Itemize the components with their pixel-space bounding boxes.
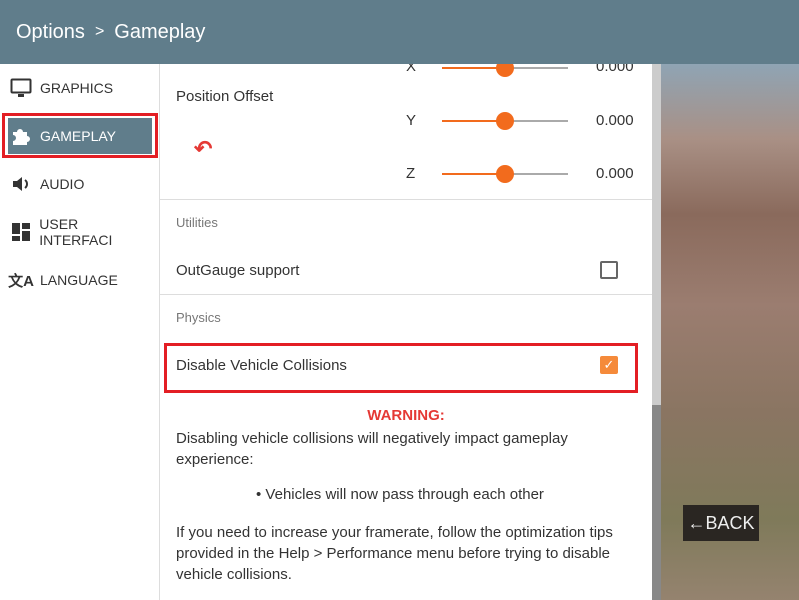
divider	[160, 294, 652, 295]
settings-panel: Position Offset ↶ X 0.000 Y 0.000 Z 0.00…	[160, 64, 652, 600]
sidebar-item-label: LANGUAGE	[40, 272, 118, 288]
sidebar-item-label: AUDIO	[40, 176, 85, 192]
axis-label-x: X	[406, 64, 417, 75]
divider	[160, 199, 652, 200]
value-z: 0.000	[596, 165, 634, 182]
warning-text: Disabling vehicle collisions will negati…	[176, 430, 568, 468]
warning-bullet: • Vehicles will now pass through each ot…	[256, 486, 544, 503]
outgauge-label: OutGauge support	[176, 262, 300, 279]
position-offset-label: Position Offset	[176, 88, 274, 105]
sidebar-item-graphics[interactable]: GRAPHICS	[8, 70, 152, 106]
reset-icon[interactable]: ↶	[194, 136, 212, 162]
back-button[interactable]: ←BACK	[683, 505, 759, 541]
slider-x[interactable]	[442, 64, 568, 77]
axis-label-z: Z	[406, 165, 416, 182]
sidebar-item-audio[interactable]: AUDIO	[8, 166, 152, 202]
sidebar-item-language[interactable]: 文A LANGUAGE	[8, 262, 152, 298]
physics-heading: Physics	[176, 310, 221, 325]
breadcrumb-separator: >	[94, 23, 105, 40]
breadcrumb-options[interactable]: Options	[16, 21, 85, 44]
warning-title: WARNING:	[367, 407, 445, 424]
slider-z[interactable]	[442, 165, 568, 183]
dashboard-icon	[8, 222, 33, 242]
utilities-heading: Utilities	[176, 215, 218, 230]
translate-icon: 文A	[8, 272, 34, 290]
outgauge-checkbox[interactable]	[600, 261, 618, 279]
axis-label-y: Y	[406, 112, 417, 129]
header: Options > Gameplay	[0, 0, 799, 64]
value-x: 0.000	[596, 64, 634, 75]
breadcrumb-gameplay: Gameplay	[114, 20, 206, 43]
monitor-icon	[8, 78, 34, 98]
slider-y[interactable]	[442, 112, 568, 130]
bullet-text: Vehicles will now pass through each othe…	[265, 486, 544, 503]
scrollbar[interactable]	[652, 64, 661, 600]
sidebar-item-label: USER INTERFACI	[39, 216, 113, 248]
highlight-box	[2, 113, 158, 158]
sidebar-item-label: GRAPHICS	[40, 80, 114, 96]
value-y: 0.000	[596, 112, 634, 129]
highlight-box	[164, 343, 638, 393]
sidebar-item-user-interface[interactable]: USER INTERFACI	[8, 214, 152, 250]
speaker-icon	[8, 175, 34, 193]
scrollbar-thumb[interactable]	[652, 405, 661, 600]
warning-tip: If you need to increase your framerate, …	[176, 524, 613, 583]
